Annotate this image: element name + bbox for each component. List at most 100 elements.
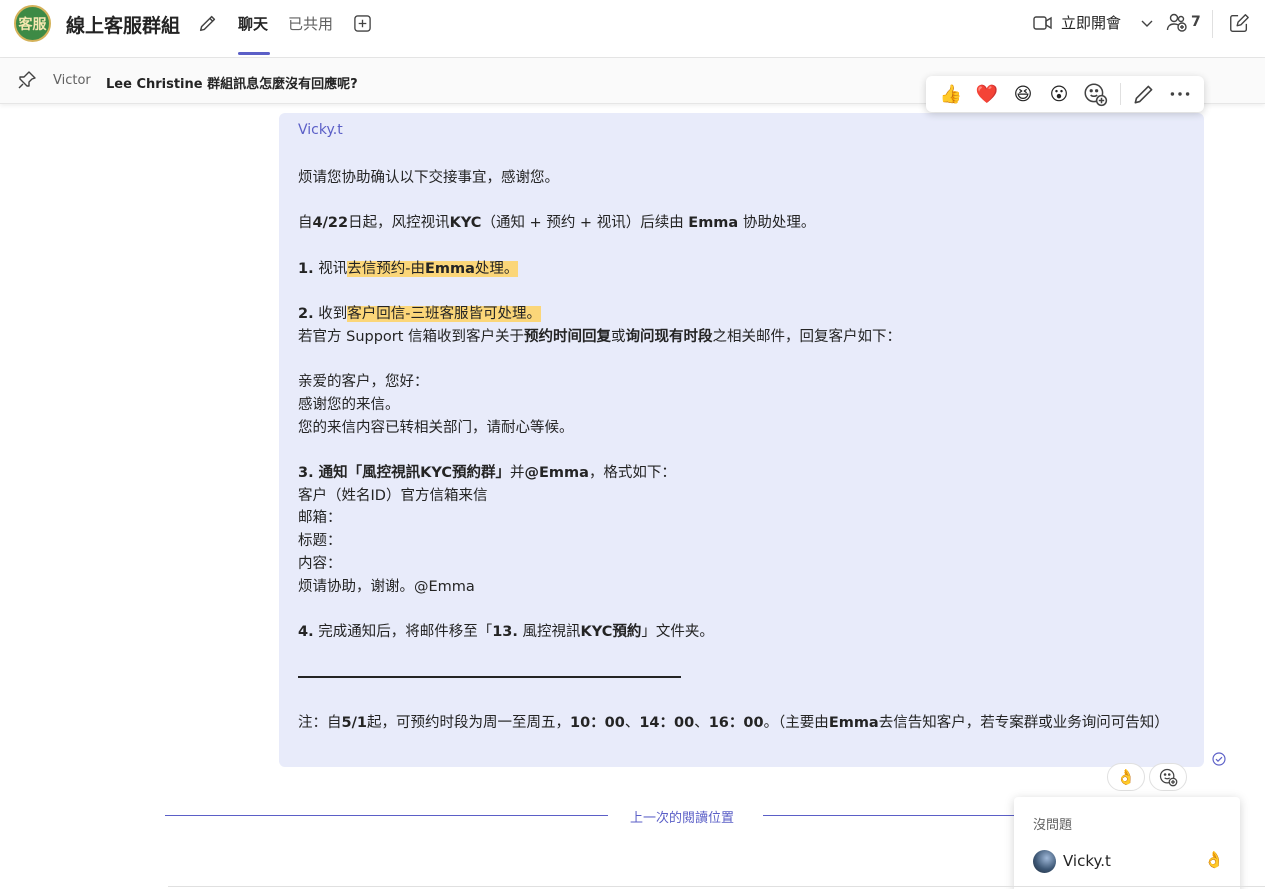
edit-message-icon[interactable] <box>1131 81 1157 107</box>
text: 之相关邮件，回复客户如下： <box>712 328 902 345</box>
pinned-text: Lee Christine 群組訊息怎麼沒有回應呢? <box>106 77 358 92</box>
text: 去信预约-由 <box>347 260 425 277</box>
text: 風控視訊 <box>517 623 581 640</box>
highlight: 客户回信-三班客服皆可处理。 <box>347 306 541 323</box>
text: 您的来信内容已转相关部门，请耐心等候。 <box>298 419 574 436</box>
text: 协助处理。 <box>738 215 816 232</box>
group-avatar[interactable]: 客服 <box>14 5 51 42</box>
message-line: 亲爱的客户，您好： <box>298 371 1185 394</box>
text: 烦请协助，谢谢。@Emma <box>298 578 475 595</box>
text: 5/1 <box>341 714 367 731</box>
message-sender[interactable]: Vicky.t <box>298 122 1185 144</box>
reaction-details-popup: 沒問題 Vicky.t 👌 <box>1014 797 1240 889</box>
message-line <box>298 598 1185 621</box>
message-line: 标题： <box>298 530 1185 553</box>
text: 14：00 <box>639 714 695 731</box>
text: 2. <box>298 306 314 323</box>
text: 4. <box>298 623 314 640</box>
text: 客户（姓名ID）官方信箱来信 <box>298 487 488 504</box>
add-tab-icon[interactable] <box>353 14 372 33</box>
last-read-divider <box>165 815 608 816</box>
message-line <box>298 689 1185 712</box>
tab-shared[interactable]: 已共用 <box>288 13 333 58</box>
participants-count: 7 <box>1191 14 1201 30</box>
text: 处理。 <box>474 260 519 277</box>
add-reaction-button[interactable] <box>1149 763 1187 791</box>
text: 视讯 <box>313 260 348 277</box>
mention[interactable]: @Emma <box>525 465 589 481</box>
reaction-name: 沒問題 <box>1033 818 1073 833</box>
text: 日起，风控视讯 <box>348 215 450 232</box>
reactor-emoji: 👌 <box>1204 850 1224 869</box>
message-line <box>298 439 1185 462</box>
text: 或 <box>611 328 626 345</box>
message-line: 自4/22日起，风控视讯KYC（通知 + 预约 + 视讯）后续由 Emma 协助… <box>298 212 1185 235</box>
message-line: 烦请您协助确认以下交接事宜，感谢您。 <box>298 167 1185 190</box>
reaction-toolbar: 👍 ❤️ 😆 😮 <box>926 76 1204 112</box>
text: KYC預約 <box>580 623 642 640</box>
chat-header: 客服 線上客服群組 聊天 已共用 立即開會 7 <box>0 0 1265 58</box>
text: 内容： <box>298 555 342 572</box>
text: 、 <box>694 714 709 731</box>
thumbs-up-reaction[interactable]: 👍 <box>938 81 964 107</box>
message-line <box>298 666 1185 689</box>
chevron-down-icon[interactable] <box>1140 16 1154 30</box>
text: 若官方 Support 信箱收到客户关于 <box>298 328 525 345</box>
text: 10：00 <box>569 714 625 731</box>
avatar <box>1033 850 1056 873</box>
tab-chat[interactable]: 聊天 <box>238 13 270 58</box>
text: 去信告知客户，若专案群或业务询问可告知） <box>878 714 1169 731</box>
reactor-name: Vicky.t <box>1063 852 1111 870</box>
text: KYC <box>449 215 482 232</box>
text: 注：自 <box>298 714 342 731</box>
message-line: 2. 收到客户回信-三班客服皆可处理。 <box>298 303 1185 326</box>
text: Emma <box>688 215 739 232</box>
pencil-icon[interactable] <box>197 12 219 34</box>
ok-reaction-chip[interactable]: 👌 <box>1107 763 1145 791</box>
message-line <box>298 190 1185 213</box>
message-line: 感谢您的来信。 <box>298 394 1185 417</box>
text: 收到 <box>313 306 348 323</box>
text: 亲爱的客户，您好： <box>298 374 429 391</box>
group-title: 線上客服群組 <box>66 15 181 37</box>
text: 标题： <box>298 533 342 550</box>
participants-button[interactable]: 7 <box>1166 12 1201 32</box>
more-options-icon[interactable] <box>1167 81 1193 107</box>
pin-icon <box>18 71 36 89</box>
text: Emma <box>828 714 879 731</box>
meet-now-button[interactable]: 立即開會 <box>1033 12 1121 33</box>
text: Emma <box>424 260 475 277</box>
add-reaction-icon[interactable] <box>1082 81 1108 107</box>
message-line: 4. 完成通知后，将邮件移至「13. 風控視訊KYC預約」文件夹。 <box>298 621 1185 644</box>
text: 起，可预约时段为周一至周五， <box>366 714 570 731</box>
intro-text: 烦请您协助确认以下交接事宜，感谢您。 <box>298 170 559 186</box>
message-line: 邮箱： <box>298 507 1185 530</box>
message-line: 1. 视讯去信预约-由Emma处理。 <box>298 258 1185 281</box>
message-bubble[interactable]: Vicky.t 烦请您协助确认以下交接事宜，感谢您。 自4/22日起，风控视讯K… <box>279 113 1204 767</box>
toolbar-divider <box>1120 83 1121 105</box>
compose-icon[interactable] <box>1228 12 1250 34</box>
add-reaction-icon <box>1159 768 1178 787</box>
message-line <box>298 235 1185 258</box>
meet-now-label: 立即開會 <box>1061 14 1122 32</box>
last-read-label: 上一次的閱讀位置 <box>630 811 735 826</box>
laugh-reaction[interactable]: 😆 <box>1010 81 1036 107</box>
message-line <box>298 280 1185 303</box>
last-read-divider <box>763 815 1023 816</box>
text: 邮箱： <box>298 510 342 527</box>
message-line: 若官方 Support 信箱收到客户关于预约时间回复或询问现有时段之相关邮件，回… <box>298 326 1185 349</box>
text: 3. 通知「風控視訊KYC預約群」 <box>298 465 511 482</box>
heart-reaction[interactable]: ❤️ <box>974 81 1000 107</box>
horizontal-rule <box>298 676 681 679</box>
read-receipt-icon <box>1212 752 1226 766</box>
text: 16：00 <box>708 714 764 731</box>
text: 询问现有时段 <box>625 328 713 345</box>
message-line <box>298 644 1185 667</box>
text: 预约时间回复 <box>524 328 612 345</box>
text: 自 <box>298 215 313 232</box>
header-divider <box>1212 10 1213 38</box>
surprised-reaction[interactable]: 😮 <box>1046 81 1072 107</box>
video-camera-icon <box>1033 15 1052 30</box>
message-line: 烦请协助，谢谢。@Emma <box>298 576 1185 599</box>
message-line: 内容： <box>298 553 1185 576</box>
